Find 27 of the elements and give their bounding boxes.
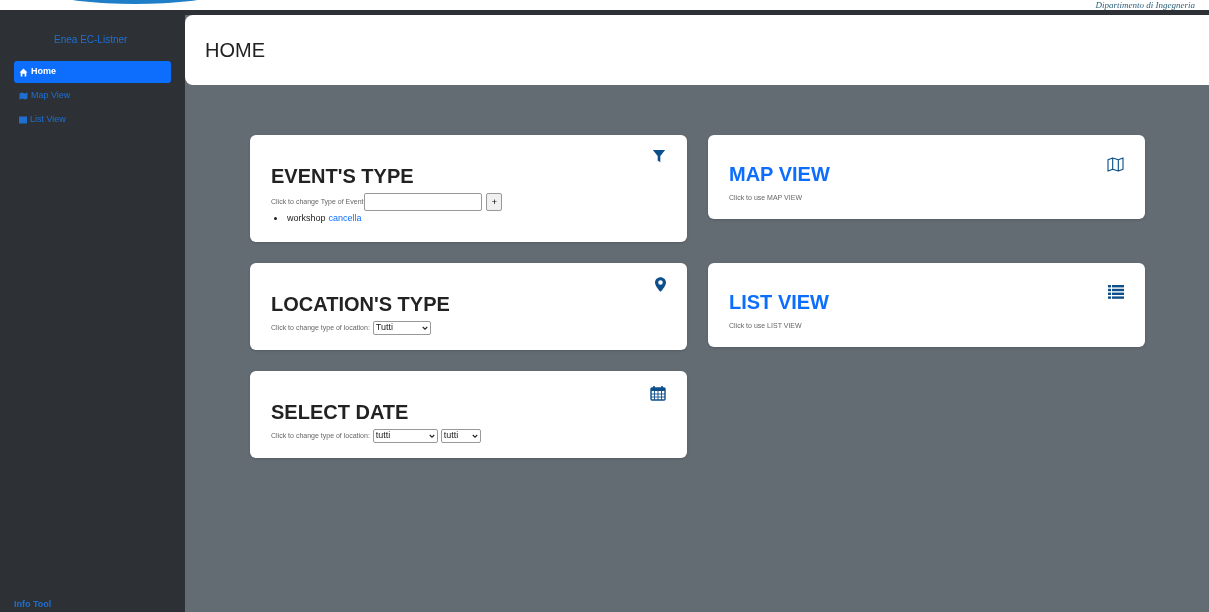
nav-item[interactable]: Home [14, 61, 171, 83]
event-type-field[interactable] [364, 193, 483, 211]
bullet-icon [274, 217, 277, 221]
page-title: HOME [205, 38, 265, 63]
select-dropdown[interactable]: tutti [372, 429, 438, 443]
select-dropdown[interactable]: tutti [440, 429, 481, 443]
home-icon [19, 67, 28, 77]
department-name: Dipartimento di Ingegneria [1095, 0, 1195, 10]
caret-icon [421, 325, 428, 331]
select-dropdown[interactable]: Tutti [372, 321, 431, 335]
delete-link[interactable]: cancella [328, 212, 362, 226]
card-title: MAP VIEW [729, 162, 830, 187]
event-type: workshop [287, 212, 326, 225]
add-button[interactable]: + [486, 193, 503, 211]
card-title: LOCATION'S TYPE [271, 292, 450, 317]
map-icon [19, 92, 28, 100]
caret-icon [428, 433, 435, 439]
caret-icon [471, 433, 478, 439]
map-icon [1107, 157, 1124, 172]
card-title: LIST VIEW [729, 290, 829, 315]
list-icon [19, 116, 27, 124]
card-title: EVENT'S TYPE [271, 164, 414, 189]
card-title: SELECT DATE [271, 400, 409, 425]
calendar-icon [650, 385, 666, 401]
filter-icon [652, 149, 666, 163]
list-icon [1108, 285, 1124, 299]
map-pin-icon [655, 277, 666, 292]
